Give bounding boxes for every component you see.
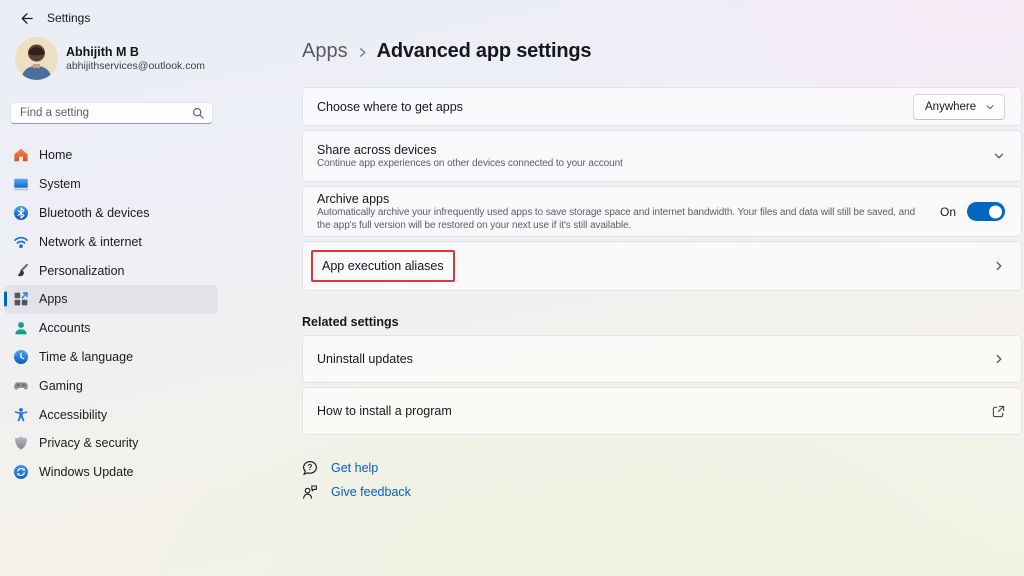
home-icon [13,147,29,163]
sidebar-item-label: Apps [39,292,68,306]
chevron-down-icon[interactable] [993,150,1005,162]
network-icon [13,234,29,250]
sidebar-item-label: System [39,177,81,191]
app-source-dropdown[interactable]: Anywhere [913,94,1005,120]
personalization-icon [13,263,29,279]
setting-subtitle: Automatically archive your infrequently … [317,207,926,232]
setting-row-archive-apps: Archive apps Automatically archive your … [302,186,1022,237]
gaming-icon [13,378,29,394]
settings-window: Settings Abhijith M B abhijithservices@o… [0,0,1024,576]
sidebar-item-windows-update[interactable]: Windows Update [4,458,218,487]
setting-title: App execution aliases [322,259,444,273]
user-profile[interactable]: Abhijith M B abhijithservices@outlook.co… [15,37,205,80]
profile-name: Abhijith M B [66,45,205,60]
sidebar-item-apps[interactable]: Apps [4,285,218,314]
avatar [15,37,58,80]
sidebar-item-label: Time & language [39,350,133,364]
apps-icon [13,291,29,307]
setting-row-uninstall-updates[interactable]: Uninstall updates [302,335,1022,383]
breadcrumb-apps-link[interactable]: Apps [302,40,348,63]
back-button[interactable] [18,10,34,26]
time-language-icon [13,349,29,365]
chevron-right-icon [357,47,368,58]
give-feedback-link[interactable]: Give feedback [302,482,411,502]
main-content: Apps Advanced app settings Choose where … [302,0,1022,576]
search-input[interactable] [20,107,192,119]
get-help-link[interactable]: ? Get help [302,458,411,478]
setting-title: Choose where to get apps [317,99,913,115]
sidebar-item-home[interactable]: Home [4,141,218,170]
sidebar-item-label: Accessibility [39,408,107,422]
profile-text: Abhijith M B abhijithservices@outlook.co… [66,45,205,73]
sidebar-item-label: Gaming [39,379,83,393]
sidebar-item-label: Privacy & security [39,436,138,450]
titlebar: Settings [18,8,90,28]
bluetooth-icon [13,205,29,221]
sidebar-item-label: Accounts [39,321,90,335]
sidebar-item-label: Network & internet [39,235,142,249]
system-icon [13,176,29,192]
dropdown-selected-value: Anywhere [925,101,976,113]
setting-row-choose-where-to-get-apps: Choose where to get apps Anywhere [302,87,1022,126]
sidebar-item-bluetooth-devices[interactable]: Bluetooth & devices [4,199,218,228]
related-settings-heading: Related settings [302,315,399,329]
app-title: Settings [47,11,90,25]
setting-title: How to install a program [317,403,992,419]
sidebar-item-network-internet[interactable]: Network & internet [4,227,218,256]
setting-row-app-execution-aliases[interactable]: App execution aliases [302,241,1022,291]
breadcrumb: Apps Advanced app settings [302,40,591,63]
search-icon [192,107,205,120]
sidebar-item-label: Personalization [39,264,124,278]
setting-row-share-across-devices[interactable]: Share across devices Continue app experi… [302,130,1022,182]
give-feedback-label: Give feedback [331,485,411,499]
toggle-state-label: On [940,205,956,219]
external-link-icon[interactable] [992,405,1005,418]
privacy-security-icon [13,435,29,451]
setting-row-how-to-install-a-program[interactable]: How to install a program [302,387,1022,435]
search-box[interactable] [10,102,213,124]
sidebar-item-accounts[interactable]: Accounts [4,314,218,343]
setting-title: Archive apps [317,191,926,207]
get-help-icon: ? [302,460,318,476]
sidebar-item-accessibility[interactable]: Accessibility [4,400,218,429]
sidebar-item-label: Windows Update [39,465,134,479]
sidebar-item-system[interactable]: System [4,170,218,199]
selected-indicator [4,292,7,307]
sidebar-item-label: Home [39,148,72,162]
accounts-icon [13,320,29,336]
accessibility-icon [13,407,29,423]
svg-text:?: ? [308,463,313,472]
setting-subtitle: Continue app experiences on other device… [317,158,993,171]
get-help-label: Get help [331,461,378,475]
sidebar-item-personalization[interactable]: Personalization [4,256,218,285]
give-feedback-icon [302,484,318,500]
windows-update-icon [13,464,29,480]
sidebar-item-label: Bluetooth & devices [39,206,150,220]
chevron-down-icon [985,102,995,112]
sidebar-item-time-language[interactable]: Time & language [4,343,218,372]
setting-title: Share across devices [317,142,993,158]
profile-email: abhijithservices@outlook.com [66,60,205,73]
highlight-red-box: App execution aliases [311,250,455,282]
footer-links: ? Get help Give feedback [302,458,411,502]
sidebar-nav: Home System Bluetooth & devices Network … [0,141,222,487]
sidebar-item-gaming[interactable]: Gaming [4,371,218,400]
archive-apps-toggle[interactable] [967,202,1005,221]
chevron-right-icon[interactable] [993,260,1005,272]
sidebar-item-privacy-security[interactable]: Privacy & security [4,429,218,458]
toggle-knob [989,205,1002,218]
chevron-right-icon[interactable] [993,353,1005,365]
page-title: Advanced app settings [377,40,592,63]
setting-title: Uninstall updates [317,351,993,367]
back-arrow-icon [19,11,34,26]
